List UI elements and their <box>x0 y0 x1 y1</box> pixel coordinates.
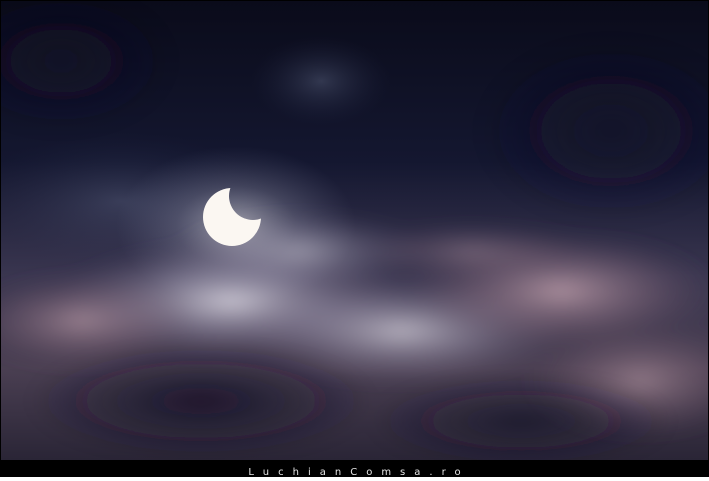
photo-frame: LuchianComsa.ro <box>0 0 709 478</box>
watermark-bar: LuchianComsa.ro <box>0 460 709 478</box>
watermark-text: LuchianComsa.ro <box>248 467 470 478</box>
crescent-sun <box>1 1 708 460</box>
eclipse-scene <box>1 1 708 460</box>
eclipse-photo <box>1 1 708 460</box>
